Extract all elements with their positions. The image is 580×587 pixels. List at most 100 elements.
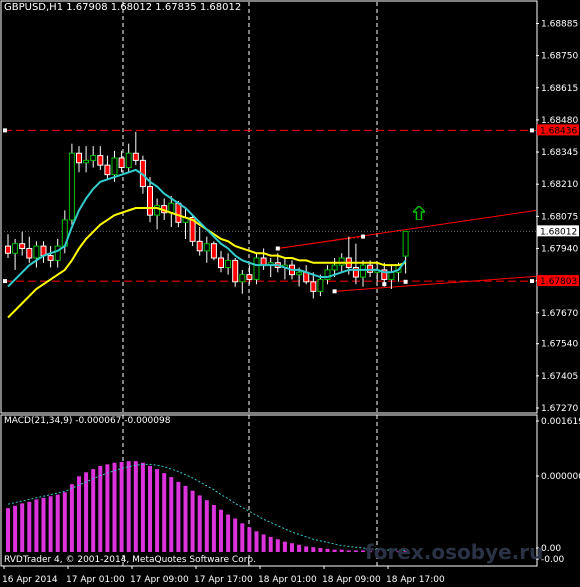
candle (154, 198, 161, 230)
candle (132, 131, 139, 166)
candle-body (104, 164, 111, 176)
macd-bar (325, 548, 330, 552)
macd-bar (318, 548, 323, 552)
macd-bar (20, 503, 25, 552)
candle-body (90, 155, 97, 161)
candle-body (246, 274, 253, 280)
macd-bar (240, 523, 245, 552)
macd-bar (204, 500, 209, 552)
macd-bar (112, 462, 117, 552)
candle-body (47, 255, 54, 261)
candle (260, 248, 267, 270)
price-tick-label: 1.68345 (541, 148, 578, 158)
time-tick-label: 18 Apr 09:00 (322, 575, 381, 585)
macd-bar (13, 505, 18, 552)
macd-bar (105, 464, 110, 552)
time-tick-label: 18 Apr 17:00 (386, 575, 445, 585)
candle-body (310, 281, 317, 292)
candle-body (296, 271, 303, 276)
candle (118, 150, 125, 173)
candle-body (331, 264, 338, 271)
candle-body (210, 243, 217, 259)
macd-bar (297, 544, 302, 552)
level-handle-1 (3, 279, 7, 284)
macd-bar (169, 477, 174, 552)
candlesticks (5, 131, 409, 299)
candle-body (175, 202, 182, 223)
time-tick-label: 16 Apr 2014 (2, 575, 58, 585)
candle (352, 243, 359, 285)
candle-body (12, 243, 19, 254)
price-tick-label: 1.67940 (541, 244, 578, 254)
macd-bar (219, 509, 223, 552)
candle-body (97, 155, 104, 166)
candle-body (218, 257, 224, 269)
candle-body (402, 230, 409, 257)
candle (225, 253, 232, 275)
macd-bar (346, 550, 351, 552)
time-tick-label: 18 Apr 01:00 (258, 575, 317, 585)
macd-bar (233, 518, 238, 552)
macd-bar (27, 501, 32, 552)
candle (83, 146, 90, 173)
time-tick-label: 17 Apr 17:00 (194, 575, 253, 585)
candle-body (83, 159, 90, 164)
macd-bar (311, 547, 316, 552)
candle (267, 258, 274, 278)
copyright-footer: RVDTrader 4, © 2001-2014, MetaQuotes Sof… (4, 555, 256, 565)
price-tick-label: 1.68210 (541, 180, 578, 190)
candle (210, 241, 217, 261)
macd-bar (268, 536, 273, 552)
candle (12, 238, 19, 270)
candle (182, 208, 189, 239)
macd-bar (282, 541, 287, 552)
candle (97, 146, 104, 170)
macd-bar (353, 550, 358, 552)
candle (104, 155, 111, 180)
level-handle-right-0 (530, 128, 534, 133)
macd-bar (41, 497, 46, 552)
macd-bar (55, 494, 60, 552)
candle-body (239, 274, 246, 283)
candle (26, 236, 33, 263)
candle (40, 241, 47, 263)
macd-bar (332, 549, 337, 552)
candle (303, 265, 310, 285)
price-tick-label: 1.67670 (541, 309, 578, 319)
candle-body (147, 186, 153, 216)
price-tick-label: 1.67405 (541, 372, 578, 382)
candle (5, 234, 11, 258)
macd-bar (183, 485, 188, 552)
macd-bar (6, 508, 10, 552)
candle (239, 269, 246, 294)
candle-body (260, 257, 267, 266)
macd-bar (304, 546, 309, 552)
macd-bar (148, 465, 152, 552)
candle (360, 260, 366, 287)
macd-bar (119, 461, 124, 552)
macd-bar (48, 496, 53, 552)
level-handle-right-1 (530, 279, 534, 284)
candle-body (118, 157, 125, 169)
candle-body (388, 271, 395, 280)
price-highlight-label-1: 1.68012 (540, 227, 577, 237)
macd-indicator-label: MACD(21,34,9) -0.000067 -0.000098 (4, 416, 171, 426)
macd-bar (226, 514, 231, 552)
trading-chart[interactable]: 1.688851.687501.686151.684801.683451.682… (0, 0, 580, 587)
macd-bar (247, 527, 252, 552)
channel-point-1 (361, 234, 365, 239)
macd-tick-label: 0.000000 (541, 472, 580, 482)
candle-body (68, 152, 75, 221)
channel-point-0 (275, 246, 280, 251)
chart-title: GBPUSD,H1 1.67908 1.68012 1.67835 1.6801… (4, 2, 242, 13)
price-tick-label: 1.68885 (541, 19, 578, 29)
macd-bar (162, 473, 167, 552)
time-tick-label: 17 Apr 09:00 (130, 575, 189, 585)
macd-bar (77, 476, 81, 552)
macd-bar (155, 469, 160, 552)
macd-bar (62, 492, 67, 552)
horizontal-levels[interactable] (3, 128, 536, 284)
price-highlight-label-0: 1.68436 (540, 126, 577, 136)
candle (47, 246, 54, 268)
channel-point-4 (403, 279, 408, 284)
